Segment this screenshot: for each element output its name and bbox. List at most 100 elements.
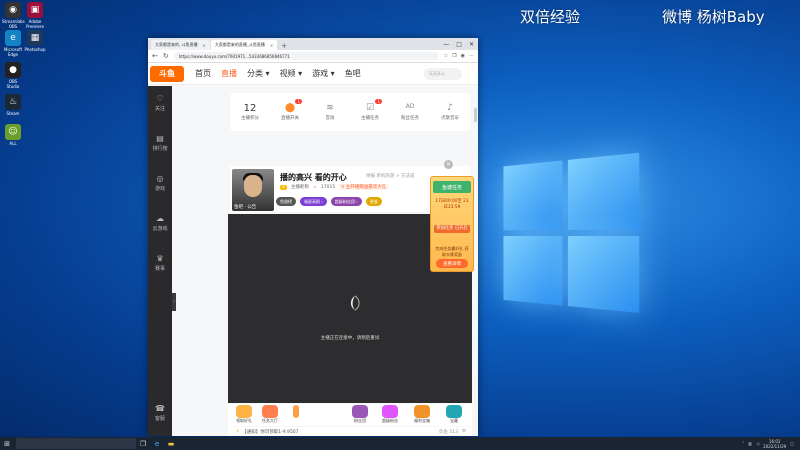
sidebar-item-events[interactable]: ♛ 赛事 xyxy=(148,254,172,272)
gift-item[interactable]: 任务大厅 xyxy=(258,405,282,424)
tray-chevron-icon[interactable]: ˄ xyxy=(742,441,744,446)
close-icon[interactable]: × xyxy=(203,43,206,48)
nav-game[interactable]: 游戏 ▾ xyxy=(312,68,335,79)
desktop-icon[interactable]: e Microsoft Edge xyxy=(2,30,24,57)
avatar[interactable]: 鱼吧 · 公告 xyxy=(232,169,274,211)
promo-ad[interactable]: 鱼塘任务 17日00:00至 23日23:59 参加任务 已开启 完成任务赢好礼… xyxy=(430,176,474,272)
broadcast-tools: 12 主播积分 1 ⬤ 直播开关 ≋ 音效 1 ☑ 主播任务 AD 粉丝任务 ♪ 点歌音乐 xyxy=(230,93,470,131)
task-view-icon[interactable]: ❐ xyxy=(136,437,150,450)
gift-item[interactable] xyxy=(284,405,308,418)
gift-item[interactable]: 宝藏 xyxy=(442,405,466,424)
fish-balance[interactable]: 负鱼 513 xyxy=(439,429,458,435)
tool-live-switch[interactable]: 1 ⬤ 直播开关 xyxy=(276,99,304,121)
profile-icon[interactable]: ◉ xyxy=(461,53,465,59)
tab-bar: 大家都是来的, 斗鱼直播 × 大家都是来的直播_斗鱼直播 × + — □ ✕ xyxy=(148,38,478,50)
maximize-button[interactable]: □ xyxy=(456,41,462,48)
new-tab-button[interactable]: + xyxy=(281,42,287,50)
tool-points[interactable]: 12 主播积分 xyxy=(236,103,264,121)
tool-sound[interactable]: ≋ 音效 xyxy=(316,103,344,121)
gift-item[interactable]: 粉丝团 xyxy=(348,405,372,424)
gift-item[interactable]: 福利宝箱 xyxy=(410,405,434,424)
heat-value: 17015 xyxy=(320,184,336,190)
pill-rank[interactable]: 鱼翅榜 xyxy=(276,197,296,206)
refresh-icon[interactable]: ↻ xyxy=(163,52,169,60)
window-controls: — □ ✕ xyxy=(443,41,478,48)
browser-window: 大家都是来的, 斗鱼直播 × 大家都是来的直播_斗鱼直播 × + — □ ✕ ← ↻… xyxy=(148,38,478,436)
gift-label: 超级粉丝 xyxy=(382,418,398,423)
browser-toolbar: ☆ ❐ ◉ ⋯ xyxy=(444,53,474,59)
search-input[interactable]: 天天开心 xyxy=(424,67,462,80)
desktop-icon[interactable]: ◉ Streamlabs OBS xyxy=(2,2,25,29)
clock[interactable]: 16:01 2022/11/29 xyxy=(763,439,786,449)
heart-icon: ♡ xyxy=(156,94,164,103)
pill-fanclub[interactable]: 超级粉丝团 › xyxy=(330,197,362,206)
desktop-icon[interactable]: ♨ Steam xyxy=(2,94,24,116)
close-icon[interactable]: × xyxy=(270,43,273,48)
gift-item[interactable]: 领取好礼 xyxy=(232,405,256,424)
tool-fan-tasks[interactable]: AD 粉丝任务 xyxy=(396,103,424,121)
desktop-icon[interactable]: ▣ Adobe Premiere xyxy=(24,2,46,29)
tool-tasks[interactable]: 1 ☑ 主播任务 xyxy=(356,99,384,121)
gift-label: 任务大厅 xyxy=(262,418,278,423)
app-icon: ◉ xyxy=(5,2,21,18)
promo-text[interactable]: V 主开播赠送豪华大礼 xyxy=(339,184,389,190)
nav-video[interactable]: 视频 ▾ xyxy=(280,68,303,79)
streamer-name[interactable]: 主播昵称 xyxy=(291,184,309,190)
file-explorer-icon[interactable]: ▬ xyxy=(164,437,178,450)
nav-category[interactable]: 分类 ▾ xyxy=(247,68,270,79)
gift-icon xyxy=(236,405,252,418)
collections-icon[interactable]: ❐ xyxy=(452,53,456,59)
ad-close-button[interactable]: × xyxy=(444,160,453,169)
sidebar-item-rank[interactable]: ▤ 排行榜 xyxy=(148,134,172,152)
notification-icon[interactable]: ▢ xyxy=(790,441,794,446)
close-window-button[interactable]: ✕ xyxy=(469,41,474,48)
desktop-icon[interactable]: ● OBS Studio xyxy=(2,62,24,89)
site-logo[interactable]: 斗鱼 xyxy=(150,65,184,82)
minimize-button[interactable]: — xyxy=(443,41,449,48)
gift-item[interactable]: 超级粉丝 xyxy=(378,405,402,424)
ad-status: 参加任务 已开启 xyxy=(434,225,470,233)
headset-icon: ☎ xyxy=(155,404,165,413)
more-icon[interactable]: ⋯ xyxy=(469,53,474,59)
desktop-icon[interactable]: ☺ ALL xyxy=(2,124,24,146)
settings-icon[interactable]: ⚙ xyxy=(462,429,466,435)
windows-taskbar: ⊞ ❐ e ▬ ˄ ▥ ◁ 16:01 2022/11/29 ▢ xyxy=(0,437,800,450)
network-icon[interactable]: ▥ xyxy=(748,441,752,446)
favorite-icon[interactable]: ☆ xyxy=(444,53,448,59)
gift-label: 领取好礼 xyxy=(236,418,252,423)
loading-icon xyxy=(350,295,360,311)
pill-fortune[interactable]: 福星高照 › xyxy=(300,197,327,206)
sidebar-item-cloud-game[interactable]: ☁ 云游戏 xyxy=(148,214,172,232)
chat-notice[interactable]: 【通知】你可领取1-9,9507 xyxy=(242,429,298,435)
nav-yuba[interactable]: 鱼吧 xyxy=(345,68,361,79)
windows-start-icon[interactable]: ⊞ xyxy=(0,437,14,450)
ad-desc: 完成任务赢好礼 获取丰厚奖励 xyxy=(435,246,469,257)
level-badge: 3 xyxy=(280,184,287,190)
scrollbar[interactable] xyxy=(474,108,477,122)
edge-icon[interactable]: e xyxy=(150,437,164,450)
desktop-icon[interactable]: ▦ Photoshop xyxy=(24,30,46,52)
pill-noble[interactable]: 贵族 xyxy=(365,197,382,206)
sidebar-item-follow[interactable]: ♡ 关注 xyxy=(148,94,172,112)
url-field[interactable]: https://www.douyu.com/7601971...54336868… xyxy=(173,52,439,60)
clock-date: 2022/11/29 xyxy=(763,443,787,449)
ad-details-button[interactable]: 查看详情 xyxy=(436,259,468,268)
nav-live[interactable]: 直播 xyxy=(221,68,237,79)
back-icon[interactable]: ← xyxy=(152,52,158,60)
desktop-icon-label: OBS Studio xyxy=(6,79,20,89)
taskbar-search[interactable] xyxy=(16,438,136,449)
sidebar-item-game[interactable]: ◎ 游戏 xyxy=(148,174,172,192)
streamer-pills: 鱼翅榜 福星高照 › 超级粉丝团 › 贵族 xyxy=(276,197,382,206)
room-category[interactable]: 举报 单机热游 > 方法说 xyxy=(366,173,415,179)
sidebar-label: 赛事 xyxy=(154,266,165,272)
left-sidebar: ♡ 关注 ▤ 排行榜 ◎ 游戏 ☁ 云游戏 ♛ 赛事 ☎ 客服 xyxy=(148,86,172,436)
tab-2[interactable]: 大家都是来的直播_斗鱼直播 × xyxy=(210,40,278,50)
volume-icon[interactable]: ◁ xyxy=(756,441,759,446)
sidebar-label: 排行榜 xyxy=(152,146,168,152)
nav-home[interactable]: 首页 xyxy=(195,68,211,79)
tab-1[interactable]: 大家都是来的, 斗鱼直播 × xyxy=(151,40,210,50)
sidebar-expand-icon[interactable]: › xyxy=(172,293,176,311)
app-icon: ▣ xyxy=(27,2,43,18)
sidebar-item-support[interactable]: ☎ 客服 xyxy=(148,404,172,422)
tool-music[interactable]: ♪ 点歌音乐 xyxy=(436,103,464,121)
